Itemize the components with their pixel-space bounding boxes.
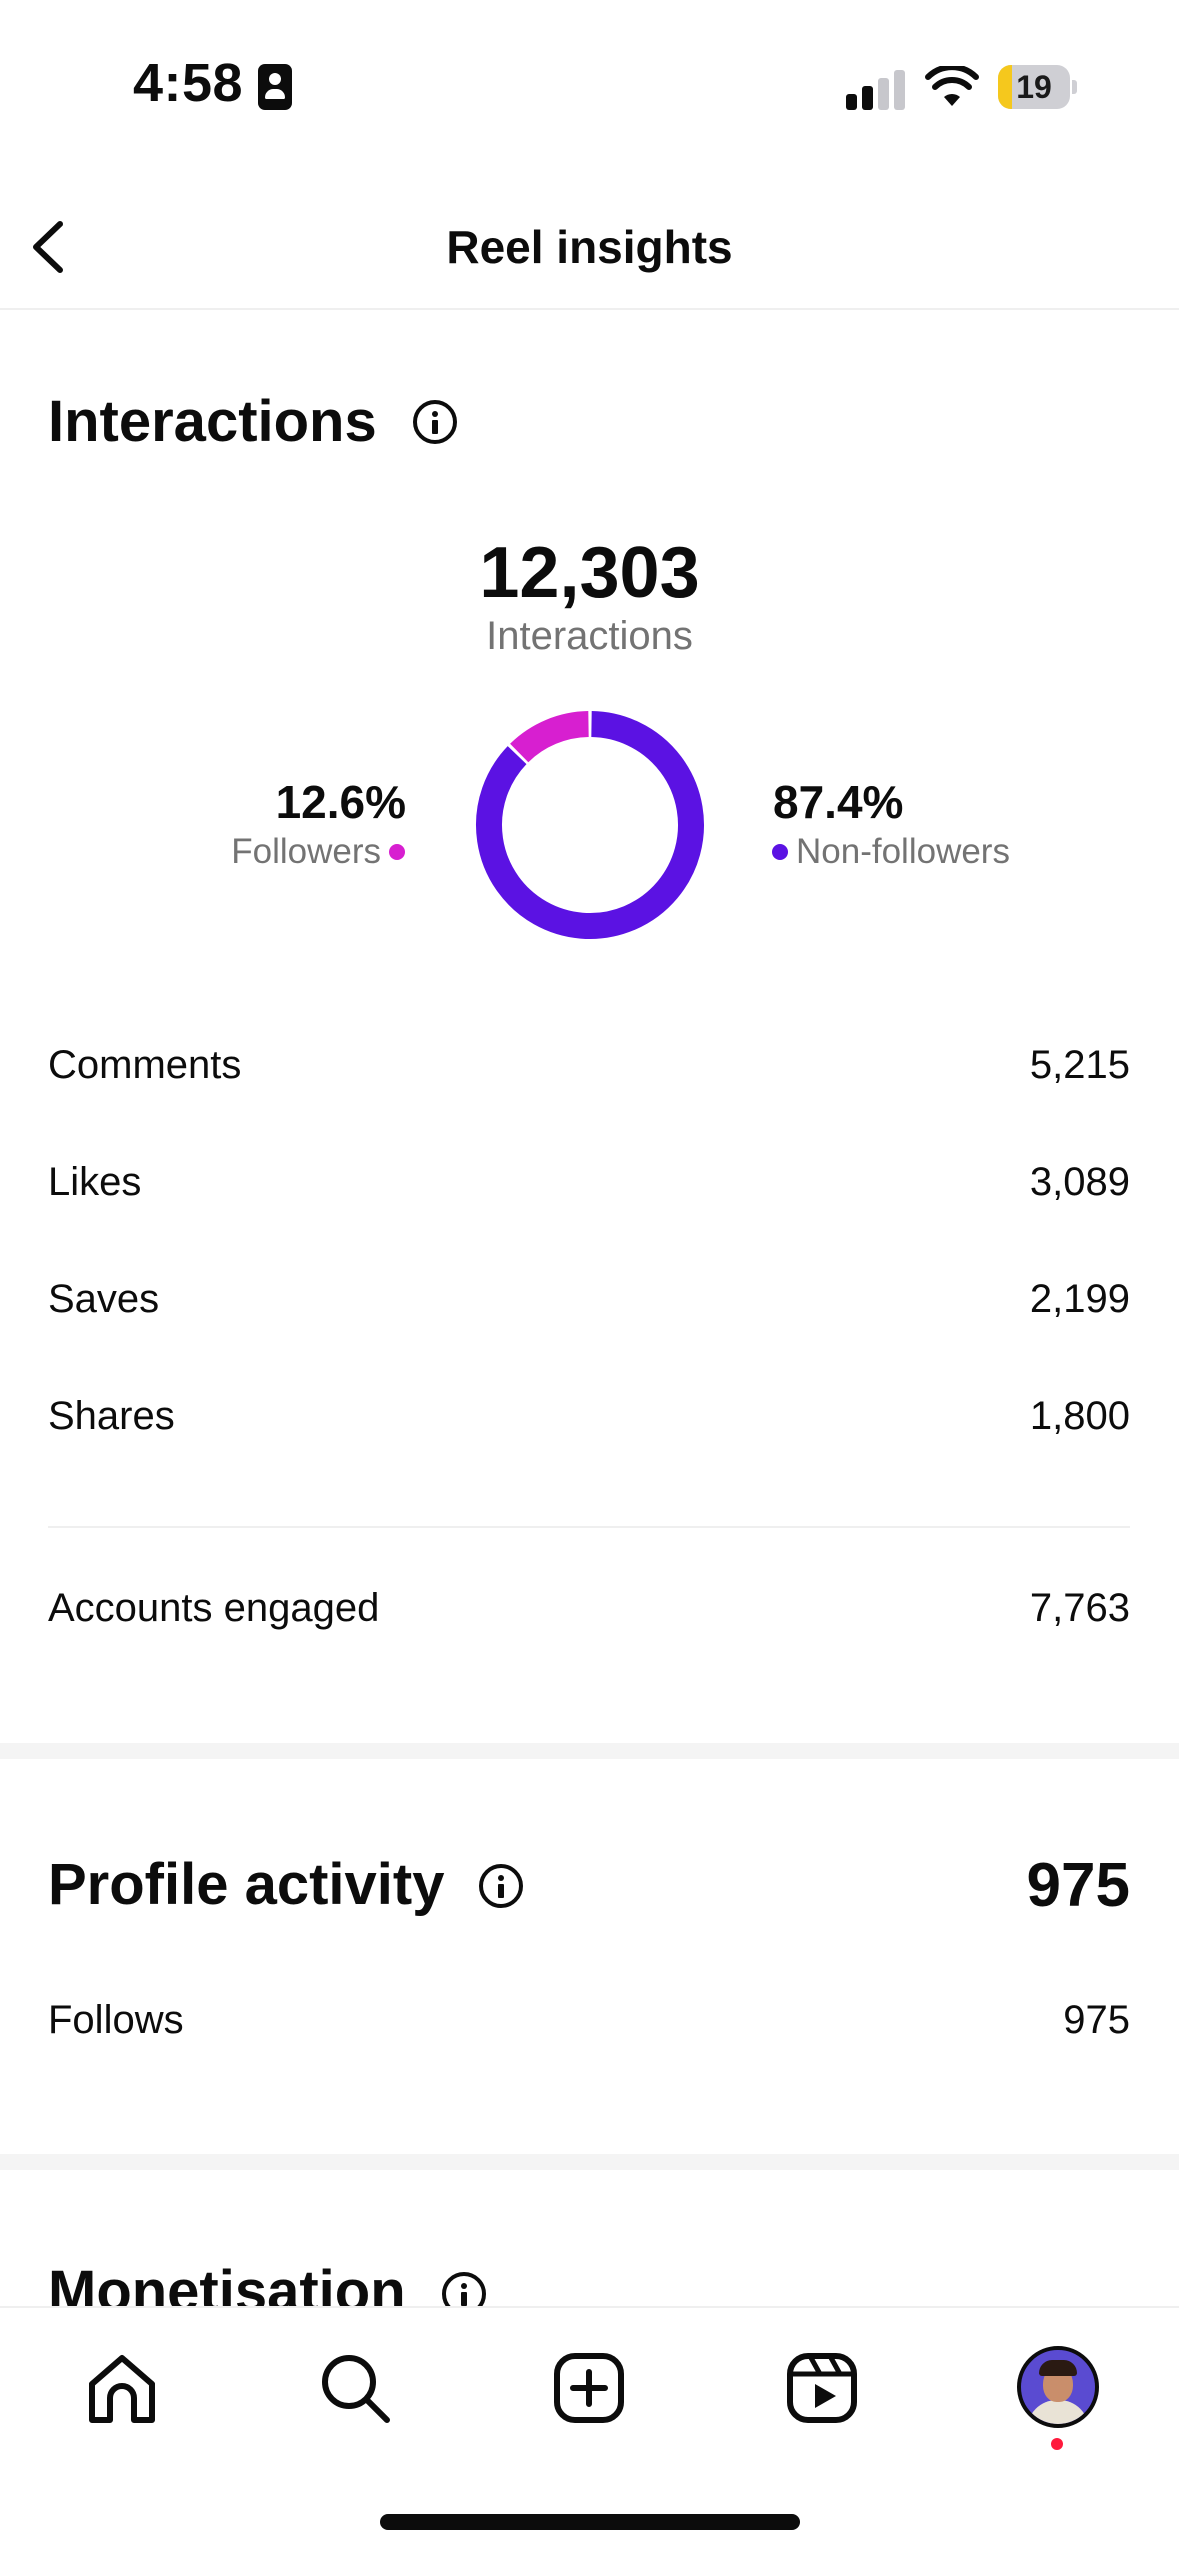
- metric-value: 2,199: [1029, 1277, 1130, 1321]
- reels-icon[interactable]: [782, 2348, 862, 2428]
- wifi-icon: [925, 66, 979, 106]
- divider: [48, 1526, 1130, 1528]
- battery-icon: 19: [998, 65, 1077, 109]
- followers-color-dot: [389, 844, 405, 860]
- audience-donut-chart: [476, 711, 704, 939]
- search-icon[interactable]: [315, 2348, 395, 2428]
- interactions-info-icon[interactable]: [413, 400, 457, 444]
- interactions-total: 12,303: [479, 533, 700, 613]
- profile-avatar[interactable]: [1017, 2346, 1099, 2428]
- metric-label: Comments: [48, 1043, 242, 1087]
- metric-label: Follows: [48, 1998, 184, 2042]
- create-icon[interactable]: [549, 2348, 629, 2428]
- profile-activity-total: 975: [1026, 1851, 1130, 1920]
- metric-value: 1,800: [1029, 1394, 1130, 1438]
- metric-row-comments: Comments 5,215: [48, 1043, 1130, 1103]
- notification-dot: [1051, 2438, 1063, 2450]
- home-indicator: [380, 2514, 800, 2530]
- page-title: Reel insights: [446, 221, 733, 273]
- metric-label: Accounts engaged: [48, 1586, 380, 1630]
- metric-row-follows: Follows 975: [48, 1998, 1130, 2058]
- home-icon[interactable]: [82, 2348, 162, 2428]
- section-separator: [0, 1743, 1179, 1759]
- non-followers-color-dot: [772, 844, 788, 860]
- metric-label: Likes: [48, 1160, 142, 1204]
- profile-activity-info-icon[interactable]: [479, 1864, 523, 1908]
- section-separator: [0, 2154, 1179, 2170]
- profile-activity-title: Profile activity: [48, 1852, 445, 1917]
- metric-value: 3,089: [1029, 1160, 1130, 1204]
- metric-label: Shares: [48, 1394, 175, 1438]
- cellular-signal-icon: [846, 70, 906, 110]
- focus-mode-icon: [258, 64, 292, 110]
- interactions-total-label: Interactions: [486, 614, 693, 658]
- status-time: 4:58: [133, 53, 244, 113]
- donut-slice-non-followers: [476, 711, 704, 939]
- followers-percentage: 12.6%: [275, 776, 406, 828]
- non-followers-percentage: 87.4%: [773, 776, 904, 828]
- followers-legend: Followers: [231, 832, 405, 872]
- metric-row-accounts-engaged: Accounts engaged 7,763: [48, 1586, 1130, 1646]
- metric-value: 975: [1063, 1998, 1130, 2042]
- metric-label: Saves: [48, 1277, 160, 1321]
- non-followers-label: Non-followers: [796, 832, 1010, 871]
- header: Reel insights: [0, 190, 1179, 310]
- metric-value: 7,763: [1029, 1586, 1130, 1630]
- donut-slice-followers: [510, 711, 590, 763]
- non-followers-legend: Non-followers: [772, 832, 1010, 872]
- metric-row-shares: Shares 1,800: [48, 1394, 1130, 1454]
- interactions-title: Interactions: [48, 389, 377, 454]
- metric-row-likes: Likes 3,089: [48, 1160, 1130, 1220]
- metric-row-saves: Saves 2,199: [48, 1277, 1130, 1337]
- followers-label: Followers: [231, 832, 381, 871]
- battery-level: 19: [1016, 69, 1052, 105]
- status-bar: 4:58 19: [0, 0, 1179, 150]
- metric-value: 5,215: [1029, 1043, 1130, 1087]
